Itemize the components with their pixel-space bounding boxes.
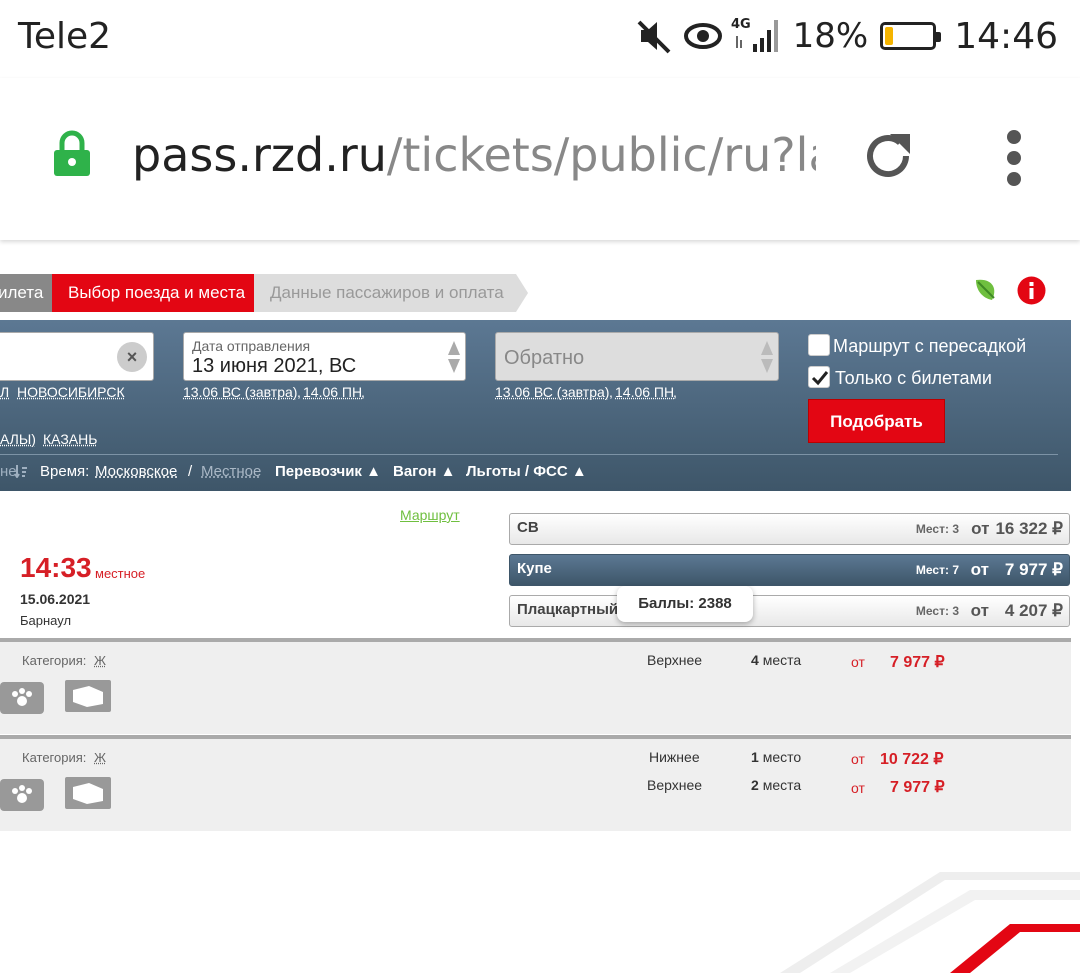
url-host: pass.rzd.ru [132, 128, 387, 182]
signal-4g-icon: 4G [731, 17, 778, 52]
return-quick-monday[interactable]: 14.06 ПН [615, 384, 674, 400]
departure-date-value: 13 июня 2021, ВС [192, 355, 357, 377]
date-stepper-icon[interactable] [447, 339, 461, 375]
menu-icon[interactable] [1004, 130, 1024, 186]
only-tickets-label: Только с билетами [835, 368, 992, 388]
leaf-icon[interactable] [972, 276, 1000, 304]
return-date-field[interactable]: Обратно [495, 332, 779, 381]
step-passenger-data: Данные пассажиров и оплата [254, 274, 516, 312]
sort-benefits[interactable]: Льготы / ФСС ▲ [466, 463, 587, 480]
quick-date-monday[interactable]: 14.06 ПН [303, 384, 362, 400]
svg-text:4G: 4G [731, 17, 751, 32]
linen-icon [65, 680, 111, 712]
car2-price-upper[interactable]: 7 977 ₽ [890, 777, 945, 797]
eye-icon [683, 23, 722, 49]
step-train-selection: Выбор поезда и места [52, 274, 254, 312]
battery-percent: 18% [792, 16, 869, 56]
arrival-time: 14:33 [20, 552, 92, 583]
sort-carrier[interactable]: Перевозчик ▲ [275, 463, 381, 480]
url-path: /tickets/public/ru?lay [386, 128, 816, 182]
lock-icon [54, 130, 90, 176]
station-link-novosibirsk[interactable]: НОВОСИБИРСК [17, 384, 125, 400]
car1-price[interactable]: 7 977 ₽ [890, 652, 945, 672]
arrival-tz: местное [95, 566, 146, 581]
status-icons: 4G 18% 14:46 [635, 14, 1058, 58]
check-icon [811, 371, 829, 386]
class-row-kupe[interactable]: Купе Мест: 7 от 7 977 ₽ [509, 554, 1070, 586]
route-link[interactable]: Маршрут [400, 507, 460, 523]
arrival-city: Барнаул [20, 613, 72, 628]
carrier-name: Tele2 [18, 16, 112, 57]
category-link[interactable]: Ж [94, 653, 106, 668]
car2-price-lower[interactable]: 10 722 ₽ [880, 749, 944, 769]
only-tickets-checkbox[interactable] [808, 366, 830, 388]
departure-date-field[interactable]: Дата отправления 13 июня 2021, ВС [183, 332, 466, 381]
station-link[interactable]: Л [0, 384, 9, 400]
rzd-logo-decoration [780, 872, 1080, 973]
quick-date-tomorrow[interactable]: 13.06 ВС (завтра) [183, 384, 297, 400]
pets-icon [0, 779, 44, 811]
departure-date-label: Дата отправления [192, 338, 311, 354]
category-link-2[interactable]: Ж [94, 750, 106, 765]
transfer-checkbox[interactable] [808, 334, 830, 356]
transfer-label: Маршрут с пересадкой [833, 336, 1027, 356]
status-bar: Tele2 4G 18% 14:46 [0, 0, 1080, 78]
info-icon[interactable] [1017, 276, 1046, 305]
browser-toolbar: pass.rzd.ru/tickets/public/ru?lay [0, 78, 1080, 240]
step-ticket[interactable]: илета [0, 274, 52, 312]
return-quick-tomorrow[interactable]: 13.06 ВС (завтра) [495, 384, 609, 400]
time-local[interactable]: Местное [201, 463, 261, 480]
battery-icon [880, 22, 942, 50]
destination-field[interactable]: × [0, 332, 154, 381]
time-label: Время: [40, 463, 90, 480]
pets-icon [0, 682, 44, 714]
points-tooltip: Баллы: 2388 [617, 586, 753, 622]
clear-icon[interactable]: × [117, 342, 147, 372]
sort-car[interactable]: Вагон ▲ [393, 463, 455, 480]
station-link-2[interactable]: АЛЫ) [0, 431, 36, 447]
return-date-placeholder: Обратно [504, 347, 585, 369]
return-stepper-icon[interactable] [760, 339, 774, 375]
reload-icon[interactable] [862, 130, 914, 182]
linen-icon [65, 777, 111, 809]
class-row-platskart[interactable]: Плацкартный Мест: 3 от 4 207 ₽ [509, 595, 1070, 627]
address-bar[interactable]: pass.rzd.ru/tickets/public/ru?lay [132, 128, 816, 182]
sort-icon[interactable] [14, 464, 28, 478]
station-link-kazan[interactable]: КАЗАНЬ [43, 431, 97, 447]
clock: 14:46 [954, 15, 1058, 57]
arrival-date: 15.06.2021 [20, 591, 91, 607]
class-row-sv[interactable]: СВ Мест: 3 от 16 322 ₽ [509, 513, 1070, 545]
search-button[interactable]: Подобрать [808, 399, 945, 443]
time-moscow[interactable]: Московское [95, 463, 177, 480]
mute-icon [637, 20, 671, 54]
